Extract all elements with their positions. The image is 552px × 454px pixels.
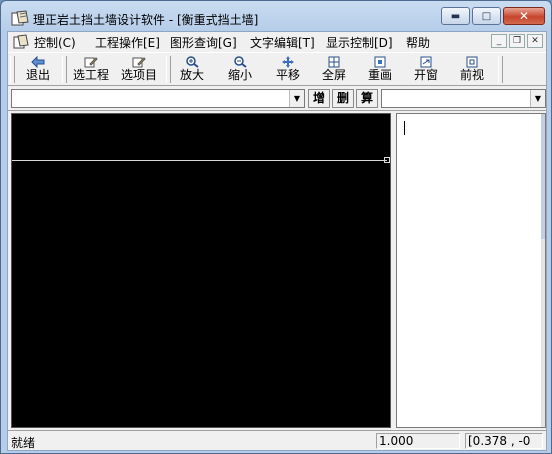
edit-doc-icon [132,57,146,68]
toolbar-separator [498,56,503,83]
zoom-out-button[interactable]: 缩小 [220,55,260,84]
menu-bar: 控制(C) 工程操作[E] 图形查询[G] 文字编辑[T] 显示控制[D] 帮助… [8,32,546,51]
zoom-out-icon [234,56,247,68]
status-bar: 就绪 1.000 [0.378 , -0 [8,430,546,450]
left-combo[interactable]: ▼ [11,89,305,108]
redraw-button[interactable]: 重画 [360,55,400,84]
crosshair-line [12,160,387,161]
mdi-restore-icon[interactable]: ❐ [509,34,525,48]
front-view-button[interactable]: 前视 [452,55,492,84]
app-window: 理正岩土挡土墙设计软件 - [衡重式挡土墙] ▬ □ ✕ 控制(C) 工程操作[… [0,0,552,454]
text-editor-pane[interactable] [396,113,546,428]
app-icon [11,10,29,26]
arrow-left-icon [31,56,45,68]
zoom-in-button[interactable]: 放大 [172,55,212,84]
right-combo[interactable]: ▼ [381,89,546,108]
zoom-in-label: 放大 [179,68,204,82]
select-project-button[interactable]: 选工程 [68,55,114,84]
chevron-down-icon[interactable]: ▼ [289,90,304,107]
select-project-label: 选工程 [72,68,109,82]
delete-button[interactable]: 删 [332,89,354,108]
menu-project[interactable]: 工程操作[E] [95,34,160,51]
menu-control[interactable]: 控制(C) [34,34,76,51]
menu-graphics[interactable]: 图形查询[G] [170,34,237,51]
menu-text-edit[interactable]: 文字编辑[T] [250,34,315,51]
zoom-in-icon [186,56,199,68]
toolbar: 退出 选工程 选项目 放大 缩小 平移 全屏 重画 开窗 前视 [8,52,546,86]
exit-button[interactable]: 退出 [18,55,58,84]
mdi-close-icon[interactable]: ✕ [527,34,543,48]
move-icon [282,56,294,68]
fullscreen-label: 全屏 [321,68,346,82]
scale-panel: 1.000 [376,433,460,449]
mdi-buttons: _ ❐ ✕ [491,34,543,48]
toolbar-grip[interactable] [10,56,15,83]
window-icon [420,56,432,68]
crosshair-handle[interactable] [384,157,390,163]
open-window-label: 开窗 [413,68,438,82]
chevron-down-icon[interactable]: ▼ [530,90,545,107]
drawing-canvas[interactable] [11,113,391,428]
menu-display[interactable]: 显示控制[D] [326,34,393,51]
menu-help[interactable]: 帮助 [406,34,430,51]
redraw-label: 重画 [367,68,392,82]
pan-label: 平移 [275,68,300,82]
vertical-scrollbar[interactable] [541,114,545,427]
edit-doc-icon [84,57,98,68]
front-view-label: 前视 [459,68,484,82]
scrollbar-thumb[interactable] [541,114,545,239]
front-view-icon [466,56,478,68]
select-item-label: 选项目 [120,68,157,82]
window-title: 理正岩土挡土墙设计软件 - [衡重式挡土墙] [33,13,259,27]
zoom-out-label: 缩小 [227,68,252,82]
open-window-button[interactable]: 开窗 [406,55,446,84]
document-icon[interactable] [13,34,29,49]
toolbar-separator [62,56,67,83]
select-item-button[interactable]: 选项目 [116,55,162,84]
exit-label: 退出 [25,68,50,82]
calculate-button[interactable]: 算 [356,89,378,108]
title-bar[interactable]: 理正岩土挡土墙设计软件 - [衡重式挡土墙] ▬ □ ✕ [1,1,551,35]
client-area: 控制(C) 工程操作[E] 图形查询[G] 文字编辑[T] 显示控制[D] 帮助… [7,31,547,451]
text-caret [404,121,405,135]
maximize-icon[interactable]: □ [472,7,501,25]
minimize-icon[interactable]: ▬ [441,7,470,25]
fullscreen-icon [328,56,340,68]
status-text: 就绪 [11,436,36,450]
mdi-minimize-icon[interactable]: _ [491,34,507,48]
close-icon[interactable]: ✕ [503,7,545,25]
coords-panel: [0.378 , -0 [465,433,543,449]
caption-buttons: ▬ □ ✕ [441,7,545,25]
redraw-icon [374,56,386,68]
fullscreen-button[interactable]: 全屏 [314,55,354,84]
pan-button[interactable]: 平移 [268,55,308,84]
toolbar-separator [166,56,171,83]
combo-bar: ▼ 增 删 算 ▼ [8,87,546,111]
add-button[interactable]: 增 [308,89,330,108]
